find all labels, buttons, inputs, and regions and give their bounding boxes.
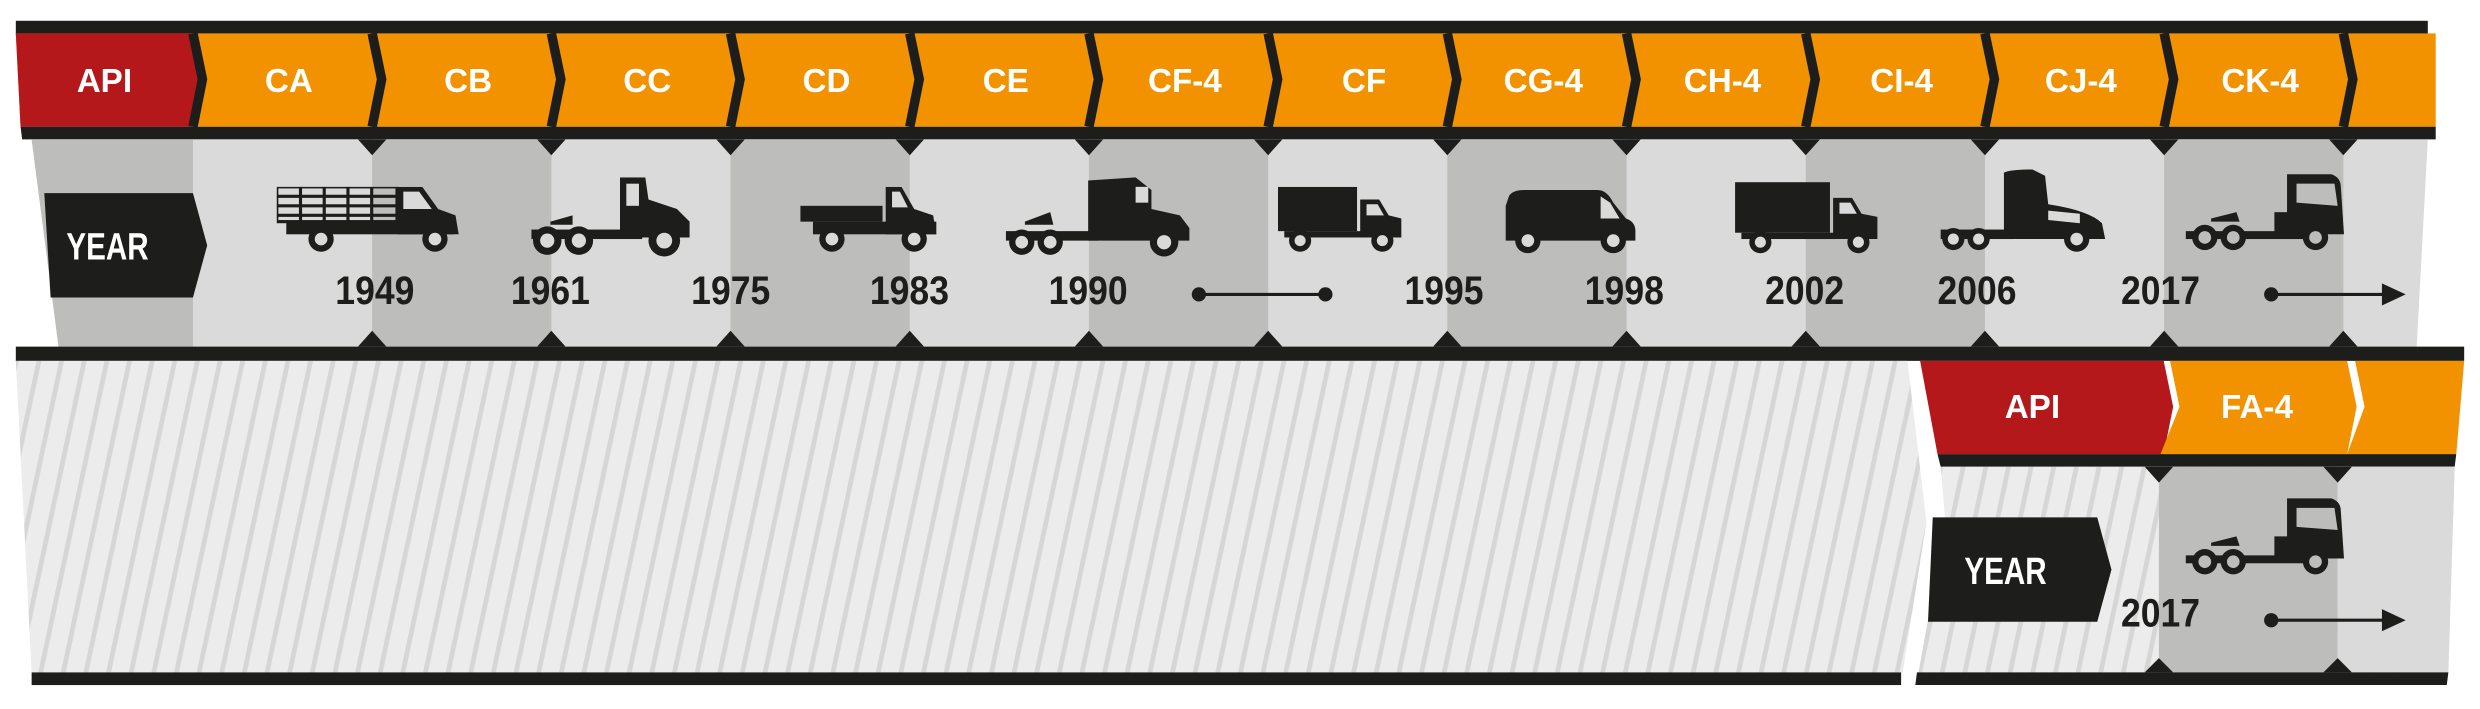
- year-label: YEAR: [1964, 551, 2046, 593]
- year-1995: 1995: [1404, 269, 1483, 313]
- hatched-empty-area: [15, 360, 1927, 673]
- category-label-ce: CE: [983, 63, 1029, 100]
- year-1983: 1983: [870, 269, 949, 313]
- fuel-economy-category-row: API FA-4 YEAR 2017: [15, 360, 2465, 686]
- year-1949: 1949: [335, 269, 414, 313]
- frame-bar: [20, 126, 2436, 140]
- heavy-duty-category-row: API CA CB CC CD CE CF-4 CF CG-4 CH-4 CI-4 CJ-4 CK-4…: [15, 20, 2465, 361]
- year-1961: 1961: [511, 269, 590, 313]
- category-label-cb: CB: [444, 63, 492, 100]
- frame-bar: [15, 346, 2465, 361]
- api-label: API: [77, 63, 132, 100]
- api-label: API: [2005, 389, 2060, 426]
- frame-bar: [1937, 454, 2457, 467]
- category-label-cd: CD: [802, 63, 850, 100]
- top-frame-bar: [15, 20, 2428, 36]
- year-1998: 1998: [1585, 269, 1664, 313]
- category-label-cf-4: CF-4: [1148, 63, 1222, 100]
- category-label-ch-4: CH-4: [1684, 63, 1762, 100]
- year-1990: 1990: [1049, 269, 1128, 313]
- year-cell-dark: [372, 139, 552, 347]
- year-1975: 1975: [691, 269, 770, 313]
- year-2017: 2017: [2121, 592, 2200, 636]
- frame-bar: [1915, 672, 2449, 686]
- category-label-ck-4: CK-4: [2221, 63, 2299, 100]
- year-2017: 2017: [2121, 269, 2200, 313]
- api-oil-categories-timeline: API CA CB CC CD CE CF-4 CF CG-4 CH-4 CI-4 CJ-4 CK-4…: [15, 20, 2465, 686]
- category-label-cg-4: CG-4: [1504, 63, 1584, 100]
- category-label-cc: CC: [623, 63, 671, 100]
- category-label-ci-4: CI-4: [1870, 63, 1933, 100]
- year-row-cell-light: [2337, 466, 2455, 673]
- category-label-cf: CF: [1342, 63, 1386, 100]
- category-cell-tail: [2347, 360, 2465, 455]
- year-2006: 2006: [1938, 269, 2017, 313]
- year-label: YEAR: [66, 227, 148, 269]
- category-label-cj-4: CJ-4: [2045, 63, 2118, 100]
- frame-bar: [31, 672, 1902, 686]
- category-label-ca: CA: [265, 63, 313, 100]
- year-cell-dark: [1088, 139, 1269, 347]
- year-2002: 2002: [1765, 269, 1844, 313]
- category-label-fa-4: FA-4: [2221, 389, 2293, 426]
